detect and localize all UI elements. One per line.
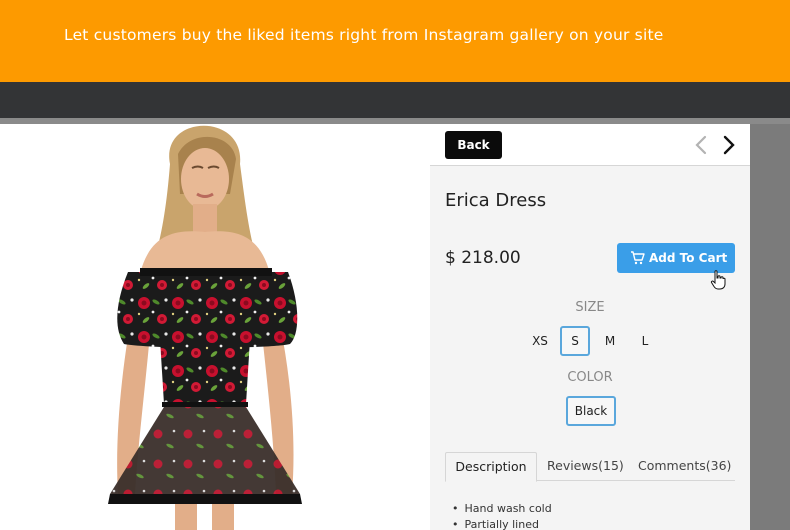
chevron-left-icon[interactable] bbox=[692, 134, 710, 156]
panel-header: Back bbox=[430, 124, 750, 166]
product-tabs: Description Reviews(15) Comments(36) bbox=[445, 452, 735, 482]
color-label: COLOR bbox=[567, 370, 613, 385]
back-button[interactable]: Back bbox=[445, 131, 502, 159]
list-item: Partially lined bbox=[452, 517, 552, 530]
banner-text: Let customers buy the liked items right … bbox=[64, 26, 664, 44]
cart-icon bbox=[631, 251, 645, 265]
size-option-m[interactable]: M bbox=[595, 326, 625, 356]
product-image bbox=[0, 124, 430, 530]
tab-description[interactable]: Description bbox=[445, 452, 537, 482]
add-to-cart-label: Add To Cart bbox=[649, 251, 728, 265]
product-price: $ 218.00 bbox=[445, 248, 521, 268]
hand-cursor-icon bbox=[710, 270, 726, 290]
tab-comments[interactable]: Comments(36) bbox=[638, 452, 731, 481]
list-item: Hand wash cold bbox=[452, 501, 552, 517]
size-option-s[interactable]: S bbox=[560, 326, 590, 356]
dress-model-photo bbox=[108, 125, 302, 530]
size-option-xs[interactable]: XS bbox=[525, 326, 555, 356]
product-title: Erica Dress bbox=[445, 190, 547, 211]
product-detail-panel: Back Erica Dress $ 218.00 Add To Cart SI… bbox=[430, 124, 750, 530]
promo-banner: Let customers buy the liked items right … bbox=[0, 0, 790, 82]
add-to-cart-button[interactable]: Add To Cart bbox=[617, 243, 735, 273]
color-option-black[interactable]: Black bbox=[566, 396, 616, 426]
chevron-right-icon[interactable] bbox=[720, 134, 738, 156]
site-header-bar bbox=[0, 82, 790, 118]
size-label: SIZE bbox=[575, 300, 605, 315]
size-option-l[interactable]: L bbox=[630, 326, 660, 356]
tab-reviews[interactable]: Reviews(15) bbox=[547, 452, 624, 481]
description-list: Hand wash cold Partially lined bbox=[452, 501, 552, 530]
